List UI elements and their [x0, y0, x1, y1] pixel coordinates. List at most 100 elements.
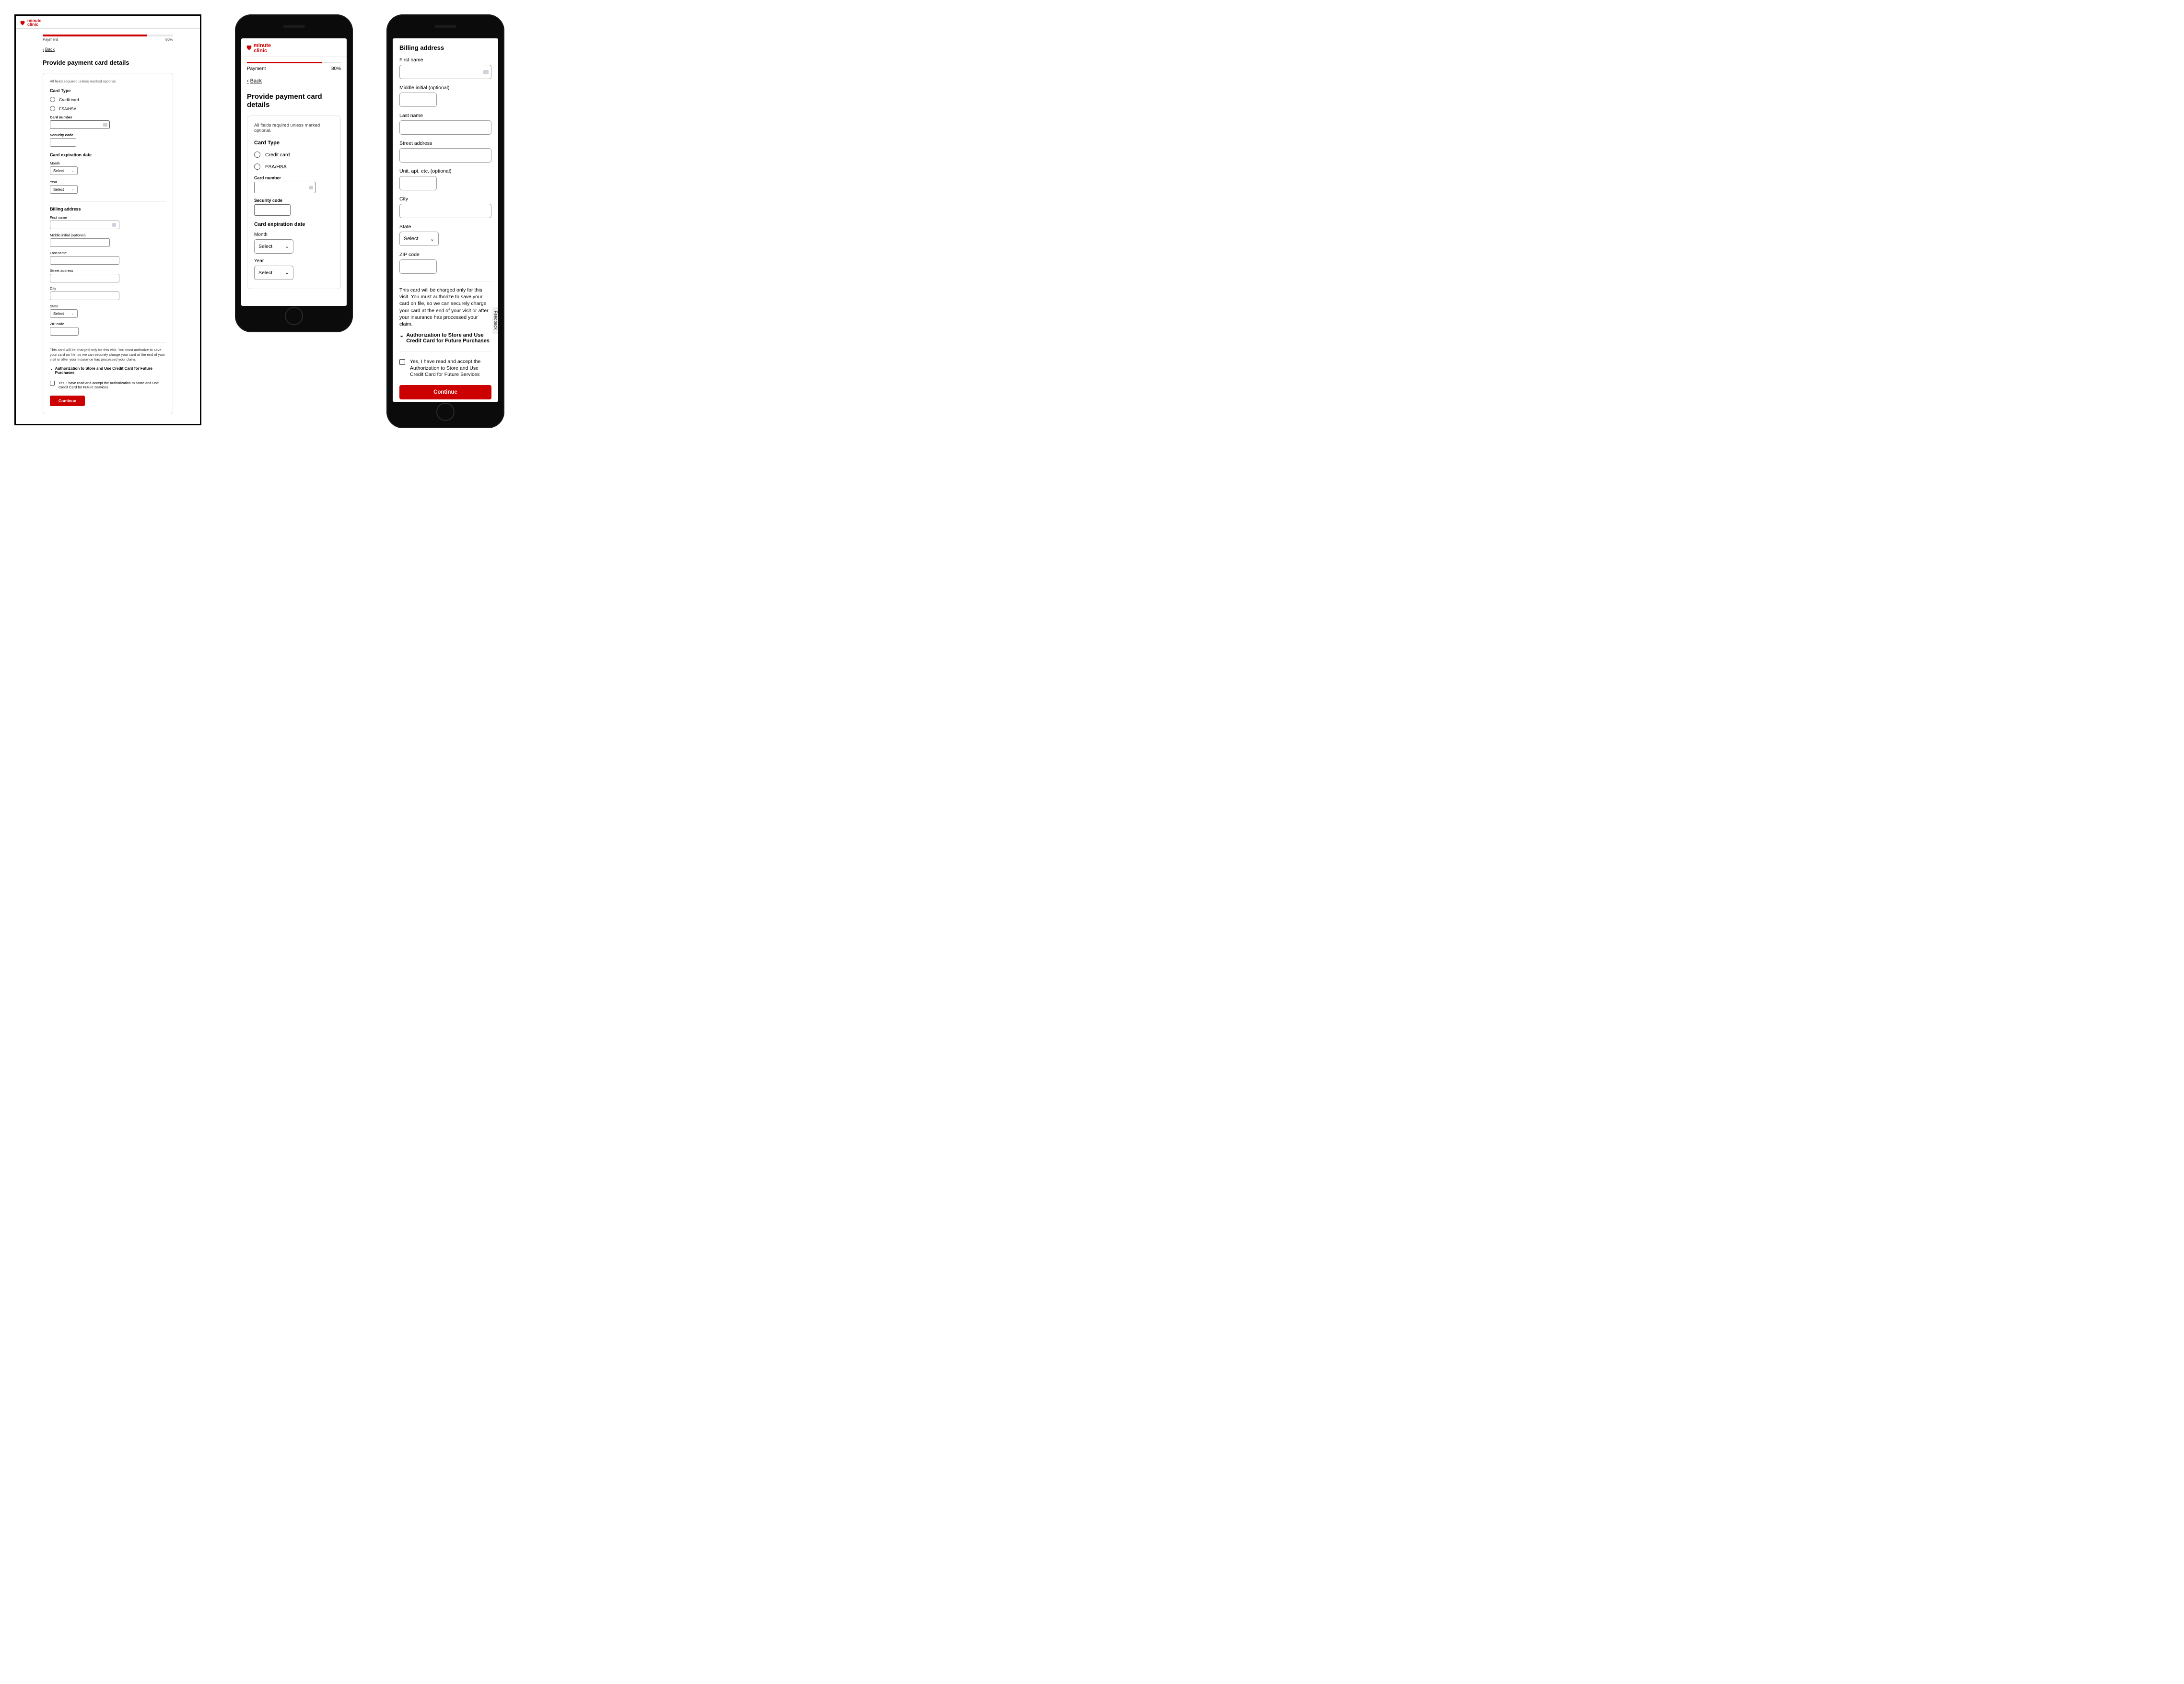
mobile-viewport-2: Billing address First name Middle initia…	[386, 14, 504, 428]
security-code-label: Security code	[50, 133, 166, 137]
first-name-label: First name	[399, 57, 491, 63]
billing-heading: Billing address	[399, 44, 491, 51]
city-label: City	[399, 196, 491, 202]
security-code-input[interactable]	[254, 204, 291, 216]
street-input[interactable]	[399, 148, 491, 163]
card-type-heading: Card Type	[50, 88, 166, 93]
chevron-down-icon: ⌄	[71, 187, 74, 191]
card-number-label: Card number	[254, 175, 334, 180]
zip-input[interactable]	[399, 259, 437, 274]
month-select[interactable]: Select ⌄	[254, 239, 293, 254]
last-name-input[interactable]	[399, 120, 491, 135]
brand-logo: minute clinic	[246, 43, 342, 54]
zip-label: ZIP code	[399, 252, 491, 257]
unit-label: Unit, apt, etc. (optional)	[399, 168, 491, 174]
chevron-down-icon: ⌄	[71, 312, 74, 316]
autofill-icon	[112, 223, 116, 227]
payment-card-panel: All fields required unless marked option…	[247, 116, 341, 289]
card-icon	[309, 186, 313, 189]
radio-fsa-hsa[interactable]: FSA/HSA	[254, 164, 334, 170]
state-select[interactable]: Select ⌄	[399, 232, 439, 246]
consent-checkbox-row[interactable]: Yes, I have read and accept the Authoriz…	[399, 351, 491, 378]
progress-bar	[247, 62, 341, 63]
card-icon	[103, 123, 107, 127]
required-note: All fields required unless marked option…	[254, 123, 334, 133]
mobile-viewport-1: minute clinic Payment 80% ‹ Back Provide…	[235, 14, 353, 332]
chevron-left-icon: ‹	[247, 78, 249, 84]
state-label: State	[50, 304, 166, 308]
zip-label: ZIP code	[50, 322, 166, 326]
chevron-down-icon: ⌄	[50, 366, 53, 371]
month-select[interactable]: Select ⌄	[50, 166, 78, 175]
middle-label: Middle initial (optional)	[399, 85, 491, 91]
last-name-label: Last name	[399, 113, 491, 118]
radio-icon	[50, 106, 55, 111]
radio-credit-card[interactable]: Credit card	[254, 152, 334, 158]
checkbox-icon	[50, 381, 55, 386]
app-header: minute clinic	[241, 38, 347, 57]
radio-icon	[254, 164, 260, 170]
heart-icon	[246, 44, 252, 53]
chevron-down-icon: ⌄	[285, 270, 289, 276]
page-title: Provide payment card details	[43, 59, 173, 66]
chevron-down-icon: ⌄	[430, 236, 434, 242]
feedback-tab[interactable]: Feedback	[492, 307, 498, 334]
brand-text: minute clinic	[27, 19, 42, 26]
city-label: City	[50, 286, 166, 291]
middle-input[interactable]	[399, 93, 437, 107]
autofill-icon	[483, 70, 489, 74]
unit-input[interactable]	[399, 176, 437, 190]
card-type-heading: Card Type	[254, 140, 334, 146]
street-label: Street address	[399, 140, 491, 146]
progress-bar: Payment 80%	[43, 35, 173, 42]
disclaimer-text: This card will be charged only for this …	[50, 342, 166, 362]
card-number-input[interactable]	[254, 182, 315, 193]
month-label: Month	[254, 232, 334, 237]
continue-button[interactable]: Continue	[399, 385, 491, 399]
city-input[interactable]	[399, 204, 491, 218]
back-link[interactable]: ‹ Back	[43, 47, 55, 52]
authorization-accordion[interactable]: ⌄ Authorization to Store and Use Credit …	[399, 332, 491, 344]
radio-icon	[254, 152, 260, 158]
progress-percent: 80%	[331, 66, 341, 71]
first-name-input[interactable]	[399, 65, 491, 79]
street-label: Street address	[50, 269, 166, 273]
card-number-label: Card number	[50, 115, 166, 119]
street-input[interactable]	[50, 274, 119, 282]
last-name-label: Last name	[50, 251, 166, 255]
page-title: Provide payment card details	[247, 93, 341, 109]
radio-fsa-hsa[interactable]: FSA/HSA	[50, 106, 166, 111]
payment-card-panel: All fields required unless marked option…	[43, 73, 173, 414]
billing-heading: Billing address	[50, 201, 166, 211]
security-code-input[interactable]	[50, 138, 76, 147]
authorization-accordion[interactable]: ⌄ Authorization to Store and Use Credit …	[50, 366, 166, 375]
heart-icon	[20, 20, 25, 25]
month-label: Month	[50, 161, 166, 165]
chevron-down-icon: ⌄	[71, 169, 74, 173]
app-header: minute clinic	[16, 16, 200, 29]
first-name-input[interactable]	[50, 221, 119, 229]
year-select[interactable]: Select ⌄	[50, 185, 78, 194]
state-label: State	[399, 224, 491, 230]
middle-input[interactable]	[50, 238, 110, 247]
progress-percent: 80%	[165, 37, 173, 42]
chevron-down-icon: ⌄	[285, 244, 289, 249]
desktop-viewport: minute clinic Payment 80% ‹ Back Provide…	[14, 14, 201, 425]
state-select[interactable]: Select ⌄	[50, 309, 78, 318]
city-input[interactable]	[50, 292, 119, 300]
consent-checkbox-row[interactable]: Yes, I have read and accept the Authoriz…	[50, 381, 166, 390]
chevron-left-icon: ‹	[43, 47, 44, 52]
radio-icon	[50, 97, 55, 102]
chevron-down-icon: ⌄	[399, 332, 404, 339]
year-label: Year	[254, 258, 334, 264]
required-note: All fields required unless marked option…	[50, 79, 166, 83]
card-number-input[interactable]	[50, 120, 110, 129]
last-name-input[interactable]	[50, 256, 119, 265]
year-select[interactable]: Select ⌄	[254, 266, 293, 280]
middle-label: Middle initial (optional)	[50, 233, 166, 237]
radio-credit-card[interactable]: Credit card	[50, 97, 166, 102]
back-link[interactable]: ‹ Back	[247, 78, 262, 84]
continue-button[interactable]: Continue	[50, 396, 85, 406]
brand-logo: minute clinic	[20, 19, 196, 26]
zip-input[interactable]	[50, 327, 79, 336]
